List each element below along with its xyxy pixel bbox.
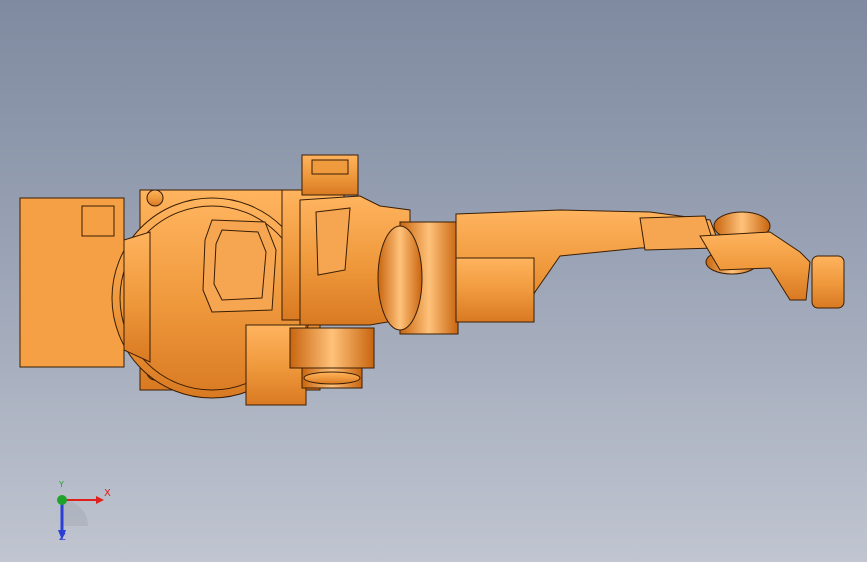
cad-viewport[interactable]: X Y Z xyxy=(0,0,867,562)
y-axis-label: Y xyxy=(59,480,64,489)
upper-arm-motor xyxy=(455,257,535,323)
orientation-triad: X Y Z xyxy=(44,480,114,544)
tool-flange xyxy=(811,255,845,309)
robot-arm-model[interactable] xyxy=(0,0,867,562)
turret-side xyxy=(123,231,151,363)
lower-gear xyxy=(289,327,375,369)
y-axis-dot xyxy=(57,495,67,505)
base-panel xyxy=(81,205,115,237)
z-axis-label: Z xyxy=(59,532,66,543)
base-ear-left xyxy=(146,189,164,207)
x-axis-label: X xyxy=(104,488,111,499)
